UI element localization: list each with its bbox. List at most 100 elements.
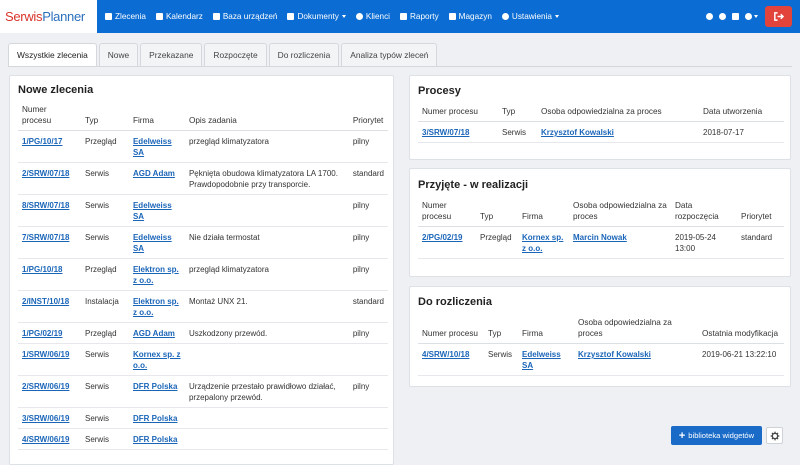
column-header[interactable]: Numer procesu [18, 104, 81, 131]
nav-klienci[interactable]: Klienci [355, 0, 390, 33]
process-number-link[interactable]: 7/SRW/07/18 [22, 233, 69, 242]
table-row[interactable]: 1/PG/02/19 Przegląd AGD Adam Uszkodzony prz… [18, 322, 388, 344]
tab-przekazane[interactable]: Przekazane [140, 43, 203, 66]
process-number-link[interactable]: 1/PG/10/17 [22, 137, 62, 146]
nav-raporty[interactable]: Raporty [400, 0, 439, 33]
nav-ustawienia[interactable]: Ustawienia [501, 0, 559, 33]
process-number-link[interactable]: 1/PG/02/19 [22, 329, 62, 338]
type-cell: Przegląd [84, 137, 117, 146]
company-link[interactable]: Edelweiss SA [133, 137, 172, 157]
process-number-link[interactable]: 3/SRW/06/19 [22, 414, 69, 423]
tab-analiza-typow-zlecen[interactable]: Analiza typów zleceń [341, 43, 438, 66]
nav-zlecenia[interactable]: Zlecenia [105, 0, 146, 33]
company-link[interactable]: DFR Polska [133, 414, 177, 423]
process-number-link[interactable]: 8/SRW/07/18 [22, 201, 69, 210]
nav-kalendarz[interactable]: Kalendarz [155, 0, 203, 33]
widget-settings-button[interactable] [766, 427, 783, 444]
column-header[interactable]: Ostatnia modyfikacja [698, 317, 784, 344]
column-header[interactable]: Osoba odpowiedzialna za proces [569, 200, 671, 227]
column-header[interactable]: Priorytet [737, 200, 784, 227]
process-number-link[interactable]: 2/INST/10/18 [22, 297, 69, 306]
column-header[interactable]: Firma [518, 317, 574, 344]
company-link[interactable]: Elektron sp. z o.o. [133, 265, 179, 285]
company-link[interactable]: Kornex sp. z o.o. [522, 233, 563, 253]
column-header[interactable]: Priorytet [348, 104, 388, 131]
table-row[interactable]: 1/SRW/06/19 Serwis Kornex sp. z o.o. [18, 343, 388, 376]
company-link[interactable]: Edelweiss SA [133, 201, 172, 221]
gear-icon [770, 431, 779, 440]
process-number-link[interactable]: 4/SRW/06/19 [22, 435, 69, 444]
table-row[interactable]: 4/SRW/06/19 Serwis DFR Polska [18, 428, 388, 450]
company-link[interactable]: Elektron sp. z o.o. [133, 297, 179, 317]
person-link[interactable]: Marcin Nowak [573, 233, 627, 242]
priority-cell: pilny [352, 329, 370, 338]
column-header[interactable]: Opis zadania [184, 104, 349, 131]
tab-do-rozliczenia[interactable]: Do rozliczenia [268, 43, 340, 66]
column-header[interactable]: Typ [498, 106, 537, 122]
company-link[interactable]: Edelweiss SA [133, 233, 172, 253]
person-link[interactable]: Krzysztof Kowalski [541, 128, 614, 137]
table-row[interactable]: 1/PG/10/17 Przegląd Edelweiss SA przegląd k… [18, 130, 388, 163]
column-header[interactable]: Firma [128, 104, 185, 131]
tab-nowe[interactable]: Nowe [98, 43, 139, 66]
process-number-link[interactable]: 2/SRW/07/18 [22, 169, 69, 178]
process-number-link[interactable]: 1/SRW/06/19 [22, 350, 69, 359]
process-number-link[interactable]: 2/SRW/06/19 [22, 382, 69, 391]
tab-rozpoczete[interactable]: Rozpoczęte [204, 43, 267, 66]
column-header[interactable]: Firma [518, 200, 569, 227]
user-icon [355, 13, 363, 20]
table-row[interactable]: 8/SRW/07/18 Serwis Edelweiss SA pilny [18, 194, 388, 227]
nav-magazyn[interactable]: Magazyn [448, 0, 492, 33]
type-cell: Instalacja [84, 297, 119, 306]
table-row[interactable]: 3/SRW/07/18 Serwis Krzysztof Kowalski 20… [418, 121, 784, 143]
app-logo[interactable]: Serwis Planner [0, 0, 97, 33]
process-number-link[interactable]: 3/SRW/07/18 [422, 128, 469, 137]
company-link[interactable]: Edelweiss SA [522, 350, 561, 370]
company-link[interactable]: DFR Polska [133, 382, 177, 391]
column-header[interactable]: Numer procesu [418, 200, 476, 227]
company-link[interactable]: AGD Adam [133, 169, 175, 178]
type-cell: Serwis [84, 201, 109, 210]
process-number-link[interactable]: 1/PG/10/18 [22, 265, 62, 274]
column-header[interactable]: Data utworzenia [699, 106, 784, 122]
column-header[interactable]: Typ [80, 104, 129, 131]
table-row[interactable]: 4/SRW/10/18 Serwis Edelweiss SA Krzyszto… [418, 343, 784, 376]
description-cell: Urządzenie przestało prawidłowo działać,… [188, 382, 336, 402]
process-number-link[interactable]: 2/PG/02/19 [422, 233, 462, 242]
process-number-link[interactable]: 4/SRW/10/18 [422, 350, 469, 359]
user-menu-icon[interactable] [745, 13, 752, 20]
column-header[interactable]: Numer procesu [418, 106, 498, 122]
table-row[interactable]: 2/SRW/06/19 Serwis DFR Polska Urządzenie pr… [18, 375, 388, 408]
column-header[interactable]: Data rozpoczęcia [671, 200, 737, 227]
document-icon [287, 13, 295, 20]
column-header[interactable]: Osoba odpowiedzialna za proces [537, 106, 699, 122]
widget-library-button[interactable]: + biblioteka widgetów [671, 426, 762, 445]
table-row[interactable]: 2/INST/10/18 Instalacja Elektron sp. z o.o… [18, 290, 388, 323]
company-link[interactable]: AGD Adam [133, 329, 175, 338]
priority-cell: standard [352, 169, 384, 178]
date-cell: 2019-06-21 13:22:10 [698, 343, 784, 376]
search-icon[interactable] [706, 13, 713, 20]
nav-dokumenty[interactable]: Dokumenty [287, 0, 346, 33]
tab-wszystkie-zlecenia[interactable]: Wszystkie zlecenia [8, 43, 97, 66]
do-rozliczenia-table: Numer procesu Typ Firma Osoba odpowiedzi… [418, 317, 784, 376]
table-header-row: Numer procesu Typ Osoba odpowiedzialna z… [418, 106, 784, 122]
logout-button[interactable] [765, 6, 792, 27]
column-header[interactable]: Numer procesu [418, 317, 484, 344]
table-row[interactable]: 2/PG/02/19 Przegląd Kornex sp. z o.o. Ma… [418, 226, 784, 259]
table-row[interactable]: 2/SRW/07/18 Serwis AGD Adam Pęknięta obudow… [18, 162, 388, 195]
clipboard-icon[interactable] [732, 13, 739, 20]
person-link[interactable]: Krzysztof Kowalski [578, 350, 651, 359]
company-link[interactable]: DFR Polska [133, 435, 177, 444]
gear-icon [501, 13, 509, 20]
table-row[interactable]: 7/SRW/07/18 Serwis Edelweiss SA Nie działa … [18, 226, 388, 259]
chat-icon[interactable] [719, 13, 726, 20]
column-header[interactable]: Typ [476, 200, 518, 227]
table-row[interactable]: 3/SRW/06/19 Serwis DFR Polska [18, 407, 388, 429]
nav-baza-urzadzen[interactable]: Baza urządzeń [212, 0, 277, 33]
table-row[interactable]: 1/PG/10/18 Przegląd Elektron sp. z o.o. prz… [18, 258, 388, 291]
column-header[interactable]: Typ [484, 317, 518, 344]
column-header[interactable]: Osoba odpowiedzialna za proces [574, 317, 698, 344]
chevron-down-icon[interactable] [754, 15, 758, 18]
company-link[interactable]: Kornex sp. z o.o. [133, 350, 181, 370]
